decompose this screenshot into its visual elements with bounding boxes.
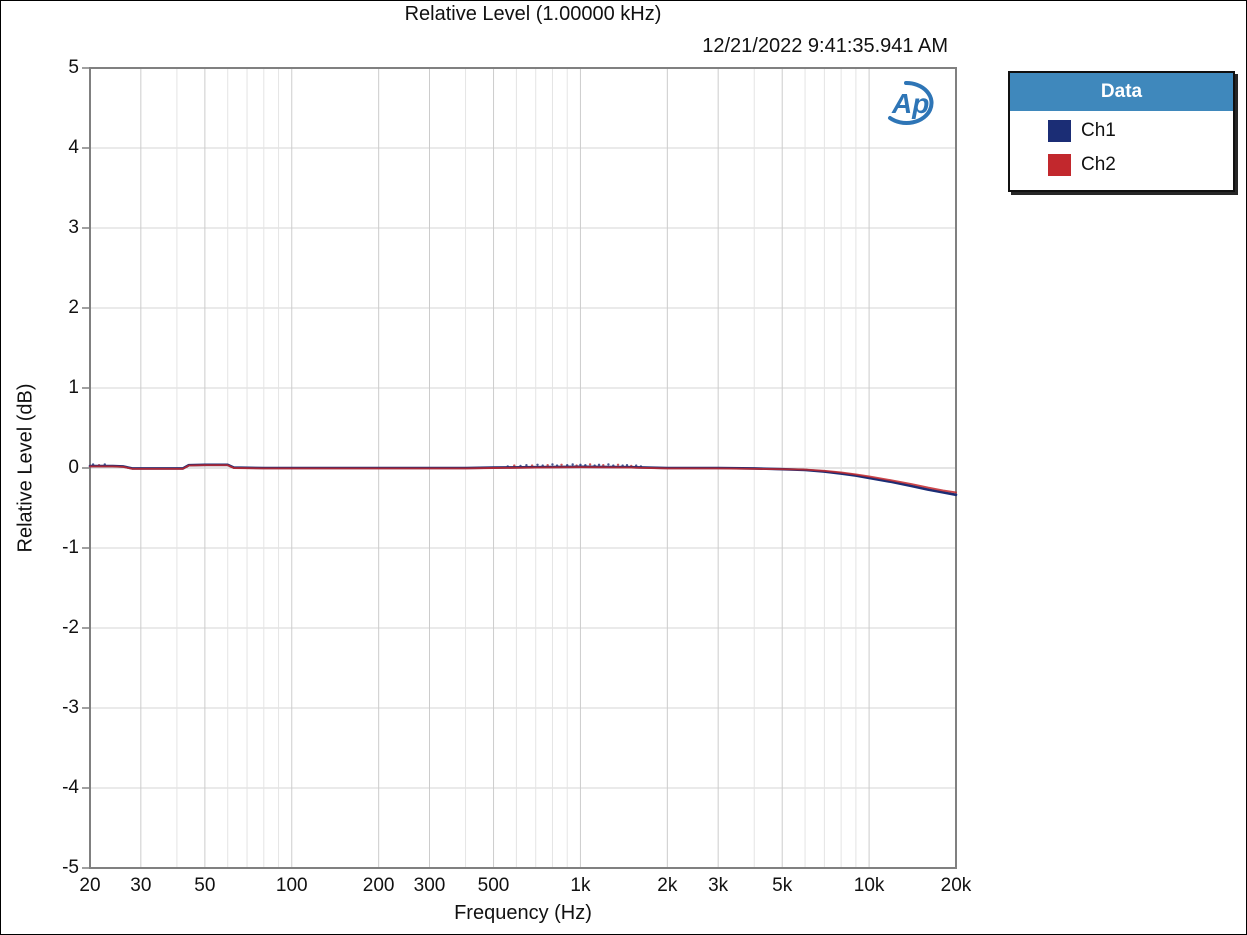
x-tick-label: 100 [275,875,308,896]
y-tick-label: -1 [62,537,79,558]
trace-ch1[interactable] [88,463,958,497]
y-tick-label: 3 [68,217,79,238]
legend-swatch-ch1 [1048,120,1071,142]
x-tick-label: 50 [194,875,216,896]
y-tick-label: -2 [62,617,79,638]
ap-logo: Ap [888,80,934,125]
trace-noise-dot [551,463,554,466]
y-tick-label: 4 [68,137,79,158]
legend-header: Data [1010,73,1233,111]
x-tick-label: 1k [570,875,591,896]
trace-noise-dot [588,463,592,466]
x-tick-label: 5k [772,875,793,896]
legend-items: Ch1 Ch2 [1010,111,1233,176]
ap-measurement-window: Relative Level (1.00000 kHz) 12/21/2022 … [0,0,1247,935]
y-tick-label: 2 [68,297,79,318]
legend-panel: Data Ch1 Ch2 [1008,71,1235,192]
trace-noise-dot [607,463,610,466]
y-tick-label: 5 [68,57,79,78]
legend-item-ch1[interactable]: Ch1 [1048,120,1233,142]
ap-logo-text: Ap [891,88,929,119]
trace-noise-dot [616,463,620,466]
legend-swatch-ch2 [1048,154,1071,176]
x-tick-label: 20k [940,875,972,896]
legend-label: Ch2 [1081,154,1116,175]
trace-noise-dot [560,463,563,466]
y-tick-label: -3 [62,697,79,718]
y-tick-label: -4 [62,777,79,798]
y-tick-label: 0 [68,457,79,478]
trace-ch2[interactable] [89,464,957,494]
y-tick-label: 1 [68,377,79,398]
legend-item-ch2[interactable]: Ch2 [1048,154,1233,176]
trace-noise-dot [536,463,539,466]
x-tick-label: 10k [853,875,885,896]
legend-label: Ch1 [1081,120,1116,141]
trace-noise-dot [571,463,574,466]
x-tick-label: 500 [477,875,510,896]
